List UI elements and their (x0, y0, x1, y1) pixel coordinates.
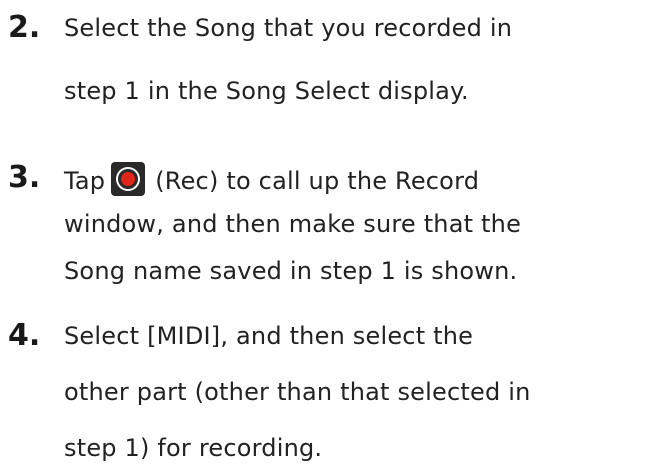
step-text-line: Select the Song that you recorded in (64, 14, 513, 42)
step-number: 2. (8, 10, 41, 45)
step-text-rec: (Rec) to call up the Record (155, 167, 480, 195)
step-text-line: step 1) for recording. (64, 434, 323, 462)
step-text-line: step 1 in the Song Select display. (64, 77, 469, 105)
step-text-line: Select [MIDI], and then select the (64, 322, 474, 350)
step-text-line: Song name saved in step 1 is shown. (64, 257, 518, 285)
step-text-line: other part (other than that selected in (64, 378, 531, 406)
step-number: 3. (8, 160, 41, 195)
step-text-line: Tap (Rec) to call up the Record (64, 162, 479, 196)
step-number: 4. (8, 318, 41, 353)
step-text-tap: Tap (64, 167, 106, 195)
step-text-line: window, and then make sure that the (64, 210, 522, 238)
record-icon (111, 162, 146, 196)
